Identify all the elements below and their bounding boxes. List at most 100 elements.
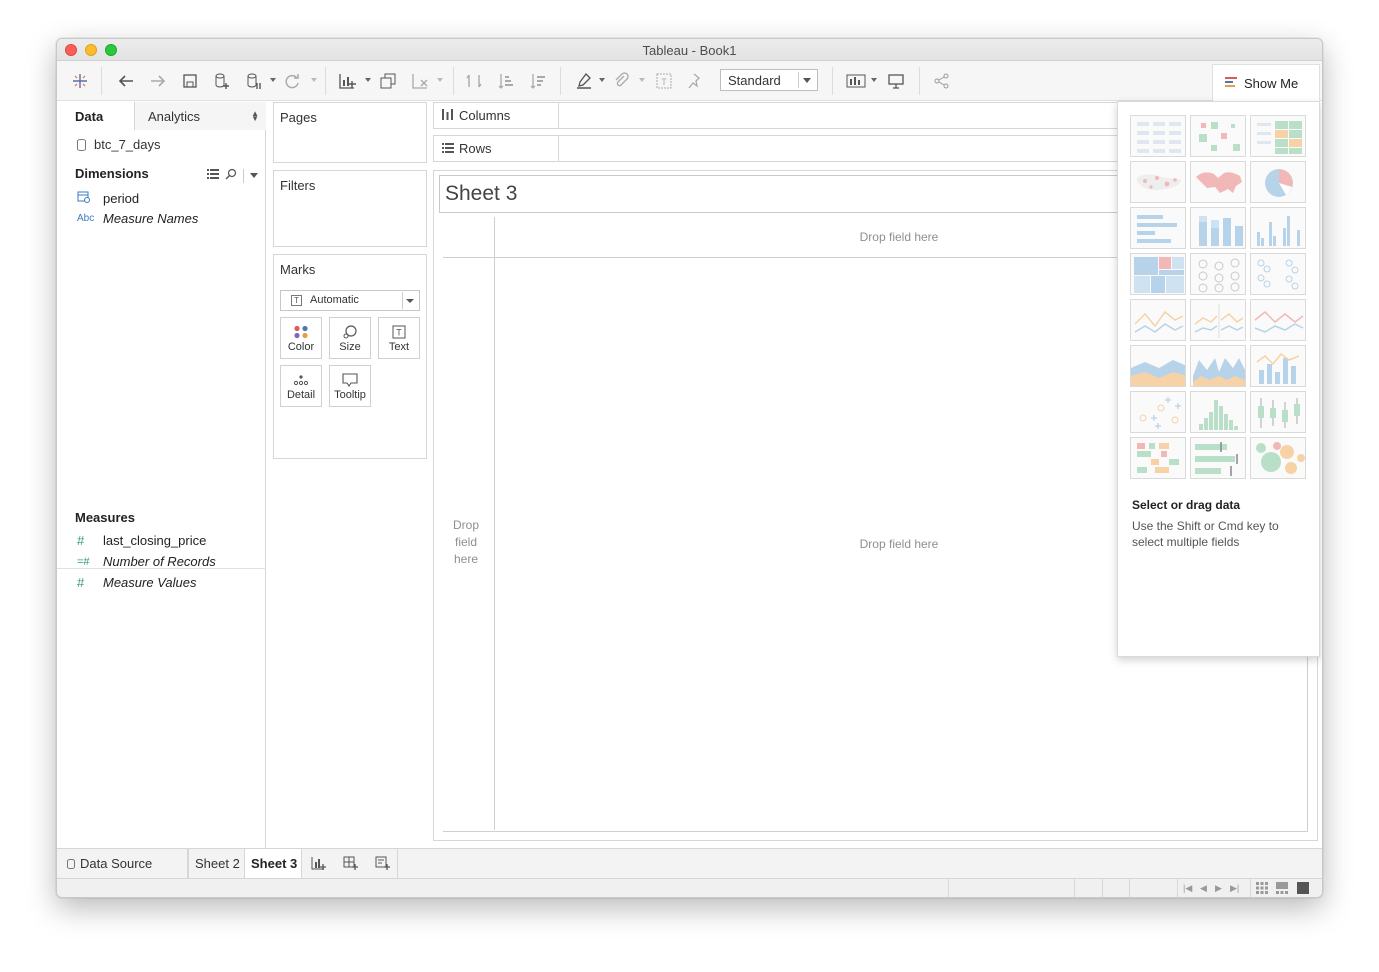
- measure-field-number-of-records[interactable]: =# Number of Records: [77, 554, 216, 569]
- treemap-chart[interactable]: [1130, 253, 1186, 295]
- pages-shelf[interactable]: Pages: [273, 102, 427, 163]
- packed-bubbles-chart[interactable]: [1250, 437, 1306, 479]
- svg-text:T: T: [396, 328, 402, 338]
- chevron-down-icon[interactable]: [250, 173, 258, 178]
- database-icon: [77, 138, 86, 151]
- continuous-lines-chart[interactable]: [1130, 299, 1186, 341]
- presentation-mode-icon[interactable]: [885, 70, 907, 92]
- filters-shelf[interactable]: Filters: [273, 170, 427, 247]
- clear-sheet-icon[interactable]: [409, 70, 431, 92]
- text-table-chart[interactable]: [1130, 115, 1186, 157]
- sort-descending-icon[interactable]: [527, 70, 549, 92]
- tab-sheet-2[interactable]: Sheet 2: [188, 849, 245, 878]
- discrete-lines-chart[interactable]: [1190, 299, 1246, 341]
- drop-field-left[interactable]: Drop field here: [446, 517, 486, 568]
- show-mark-labels-icon[interactable]: T: [653, 70, 675, 92]
- histogram-chart[interactable]: [1190, 391, 1246, 433]
- new-datasource-icon[interactable]: [211, 70, 233, 92]
- show-me-label: Show Me: [1244, 76, 1299, 91]
- drop-field-center[interactable]: Drop field here: [824, 537, 974, 551]
- tooltip-button[interactable]: Tooltip: [329, 365, 371, 407]
- scatter-plot-chart[interactable]: [1130, 391, 1186, 433]
- group-members-icon[interactable]: [610, 70, 632, 92]
- size-button[interactable]: Size: [329, 317, 371, 359]
- text-button[interactable]: T Text: [378, 317, 420, 359]
- text-icon: T: [379, 323, 419, 341]
- tab-sheet-3[interactable]: Sheet 3: [245, 849, 302, 878]
- save-icon[interactable]: [179, 70, 201, 92]
- symbol-map-chart[interactable]: [1130, 161, 1186, 203]
- box-and-whisker-chart[interactable]: [1250, 391, 1306, 433]
- chart-type-grid: [1130, 115, 1306, 479]
- size-label: Size: [339, 341, 361, 353]
- sheet-tabs-bar: Data Source Sheet 2 Sheet 3: [57, 848, 1322, 878]
- datasource-item[interactable]: btc_7_days: [77, 137, 161, 152]
- color-button[interactable]: Color: [280, 317, 322, 359]
- tableau-logo-icon[interactable]: [69, 70, 91, 92]
- show-tabs-icon[interactable]: [1297, 882, 1309, 896]
- show-me-icon: [1225, 77, 1237, 89]
- tableau-window: Tableau - Book1 T Standard Show Me Data …: [56, 38, 1323, 898]
- measure-field-measure-values[interactable]: # Measure Values: [77, 575, 196, 590]
- tab-data[interactable]: Data: [57, 102, 135, 130]
- tab-data-source[interactable]: Data Source: [57, 849, 188, 878]
- data-pane: Data Analytics ▲▼ btc_7_days Dimensions: [57, 102, 266, 848]
- new-worksheet-icon[interactable]: [310, 855, 326, 871]
- columns-shelf[interactable]: Columns: [433, 102, 1118, 129]
- previous-sheet-icon[interactable]: ◀: [1200, 883, 1207, 894]
- share-icon[interactable]: [931, 70, 953, 92]
- fit-value: Standard: [728, 73, 781, 88]
- swap-rows-columns-icon[interactable]: [463, 70, 485, 92]
- side-by-side-bars-chart[interactable]: [1250, 207, 1306, 249]
- rows-shelf[interactable]: Rows: [433, 135, 1118, 162]
- show-me-button[interactable]: Show Me: [1212, 64, 1320, 101]
- fix-axes-icon[interactable]: [683, 70, 705, 92]
- bullet-graph-chart[interactable]: [1190, 437, 1246, 479]
- sort-ascending-icon[interactable]: [495, 70, 517, 92]
- duplicate-sheet-icon[interactable]: [377, 70, 399, 92]
- undo-icon[interactable]: [115, 70, 137, 92]
- dual-combination-chart[interactable]: [1250, 345, 1306, 387]
- area-continuous-chart[interactable]: [1130, 345, 1186, 387]
- highlight-table-chart[interactable]: [1250, 115, 1306, 157]
- dimension-field-measure-names[interactable]: Abc Measure Names: [77, 211, 198, 226]
- fit-dropdown[interactable]: Standard: [720, 69, 818, 91]
- next-sheet-icon[interactable]: ▶: [1215, 883, 1222, 894]
- new-story-icon[interactable]: [374, 855, 390, 871]
- window-title: Tableau - Book1: [642, 43, 737, 58]
- measures-header: Measures: [75, 510, 135, 525]
- dimensions-tools: [207, 168, 258, 183]
- heat-map-chart[interactable]: [1190, 115, 1246, 157]
- field-label: period: [103, 190, 140, 206]
- dual-lines-chart[interactable]: [1250, 299, 1306, 341]
- refresh-icon[interactable]: [281, 70, 303, 92]
- search-icon[interactable]: [225, 168, 237, 183]
- measure-field-last-closing-price[interactable]: # last_closing_price: [77, 533, 206, 548]
- detail-button[interactable]: Detail: [280, 365, 322, 407]
- new-dashboard-icon[interactable]: [342, 855, 358, 871]
- show-filmstrip-icon[interactable]: [1276, 882, 1288, 896]
- mark-type-dropdown[interactable]: T Automatic: [280, 290, 420, 311]
- tab-analytics[interactable]: Analytics ▲ ▼: [135, 102, 266, 130]
- drop-field-top[interactable]: Drop field here: [824, 230, 974, 244]
- side-by-side-circles-chart[interactable]: [1250, 253, 1306, 295]
- filled-map-chart[interactable]: [1190, 161, 1246, 203]
- stacked-bars-chart[interactable]: [1190, 207, 1246, 249]
- toolbar: T Standard Show Me: [57, 61, 1322, 101]
- horizontal-bars-chart[interactable]: [1130, 207, 1186, 249]
- gantt-chart[interactable]: [1130, 437, 1186, 479]
- new-worksheet-icon[interactable]: [336, 70, 358, 92]
- data-pane-tabs: Data Analytics ▲ ▼: [57, 102, 266, 130]
- last-sheet-icon[interactable]: ▶|: [1230, 883, 1239, 894]
- pause-updates-icon[interactable]: [243, 70, 265, 92]
- show-sheet-sorter-icon[interactable]: [1256, 882, 1268, 896]
- redo-icon[interactable]: [147, 70, 169, 92]
- view-list-icon[interactable]: [207, 169, 219, 182]
- area-discrete-chart[interactable]: [1190, 345, 1246, 387]
- dimension-field-period[interactable]: period: [77, 190, 139, 206]
- first-sheet-icon[interactable]: |◀: [1183, 883, 1192, 894]
- circle-views-chart[interactable]: [1190, 253, 1246, 295]
- show-cards-icon[interactable]: [845, 70, 867, 92]
- pie-chart[interactable]: [1250, 161, 1306, 203]
- highlight-icon[interactable]: [573, 70, 595, 92]
